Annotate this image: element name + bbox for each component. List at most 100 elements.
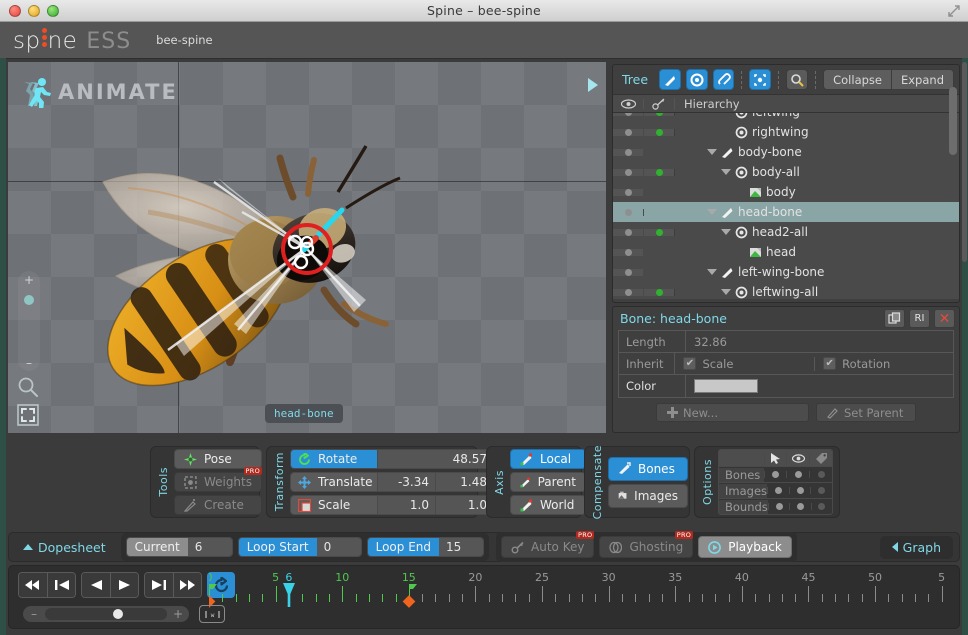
loop-end-flag[interactable] — [409, 584, 417, 596]
tree-row-body-bone[interactable]: body-bone — [613, 142, 959, 162]
window-scrollbar[interactable] — [962, 62, 967, 262]
row-visibility-toggle[interactable] — [613, 189, 644, 196]
tool-pose-button[interactable]: Pose — [174, 449, 262, 469]
current-frame-value[interactable]: 6 — [188, 538, 232, 556]
zoom-in-label[interactable]: + — [18, 273, 40, 287]
loop-end-field[interactable]: Loop End 15 — [367, 537, 484, 557]
chevron-down-icon[interactable] — [721, 229, 731, 235]
compensate-bones-button[interactable]: Bones — [608, 457, 688, 481]
tree-row-body-all[interactable]: body-all — [613, 162, 959, 182]
chevron-down-icon[interactable] — [707, 149, 717, 155]
search-icon[interactable] — [786, 69, 808, 90]
tree-row-head2-all[interactable]: head2-all — [613, 222, 959, 242]
slots-filter-icon[interactable] — [686, 69, 708, 90]
jump-to-start-button[interactable] — [19, 573, 47, 597]
transform-value[interactable]: 48.57 — [377, 450, 493, 468]
cursor-icon[interactable] — [764, 452, 787, 465]
duplicate-button[interactable] — [884, 309, 905, 328]
tree-row-leftwing-all[interactable]: leftwing-all — [613, 282, 959, 299]
fps-icon[interactable]: w — [199, 605, 225, 623]
tree-row-body[interactable]: body — [613, 182, 959, 202]
tree-row-left-wing-bone[interactable]: left-wing-bone — [613, 262, 959, 282]
row-lock-toggle[interactable] — [644, 129, 675, 136]
row-lock-toggle[interactable] — [644, 169, 675, 176]
rename-button[interactable]: R I — [909, 309, 930, 328]
options-cell[interactable] — [810, 487, 832, 494]
tree-row-leftwing[interactable]: leftwing — [613, 113, 959, 122]
color-swatch[interactable] — [694, 379, 758, 393]
transform-translate-row[interactable]: Translate-3.341.48 — [290, 472, 519, 492]
transform-name[interactable]: Rotate — [291, 450, 377, 468]
options-cell[interactable] — [789, 487, 811, 494]
row-lock-toggle[interactable] — [644, 289, 675, 296]
row-visibility-toggle[interactable] — [613, 209, 644, 216]
transform-value[interactable]: -3.34 — [377, 473, 435, 491]
tree-row-head-bone[interactable]: head-bone — [613, 202, 959, 222]
dopesheet-playback-toggle[interactable]: Playback — [698, 536, 792, 558]
row-visibility-toggle[interactable] — [613, 249, 644, 256]
transform-rotate-row[interactable]: Rotate48.57 — [290, 449, 519, 469]
row-lock-toggle[interactable] — [644, 229, 675, 236]
options-cell[interactable] — [789, 503, 810, 510]
options-cell[interactable] — [809, 471, 832, 478]
row-visibility-toggle[interactable] — [613, 129, 644, 136]
bounding-box-icon[interactable] — [749, 69, 771, 90]
options-cell[interactable] — [768, 503, 789, 510]
eye-icon[interactable] — [786, 452, 809, 465]
row-name-cell[interactable]: head — [675, 245, 959, 259]
tree-row-head[interactable]: head — [613, 242, 959, 262]
transform-name[interactable]: Translate — [291, 473, 377, 491]
zoom-out-label[interactable]: – — [18, 356, 40, 370]
collapse-button[interactable]: Collapse — [823, 69, 892, 90]
viewport-zoom-slider[interactable]: + – — [18, 271, 40, 371]
chevron-down-icon[interactable] — [707, 209, 717, 215]
options-cell[interactable] — [767, 487, 789, 494]
timeline-zoom-knob[interactable] — [113, 609, 123, 619]
timeline-zoom-slider[interactable]: – + — [23, 606, 189, 622]
playhead[interactable] — [282, 583, 295, 607]
jump-to-end-button[interactable] — [173, 573, 201, 597]
graph-toggle[interactable]: Graph — [880, 536, 953, 559]
length-value[interactable]: 32.86 — [686, 335, 953, 349]
timeline-zoom-track[interactable] — [45, 608, 167, 620]
timeline-zoom-in[interactable]: + — [167, 607, 189, 621]
zoom-slider-knob[interactable] — [24, 295, 34, 305]
attachments-filter-icon[interactable] — [713, 69, 735, 90]
tag-icon[interactable] — [809, 452, 832, 465]
row-name-cell[interactable]: body-all — [675, 165, 959, 179]
new-button[interactable]: New... — [656, 403, 809, 422]
inherit-scale-checkbox[interactable]: ✔ Scale — [675, 357, 814, 371]
row-visibility-toggle[interactable] — [613, 113, 644, 116]
row-visibility-toggle[interactable] — [613, 269, 644, 276]
timeline-ruler[interactable]: 0561015202530354045505 — [209, 568, 955, 608]
resize-icon[interactable] — [947, 4, 961, 18]
row-name-cell[interactable]: leftwing — [675, 113, 959, 119]
options-cell[interactable] — [764, 471, 787, 478]
play-reverse-button[interactable] — [82, 573, 110, 597]
set-parent-button[interactable]: Set Parent — [816, 403, 916, 422]
keyframe-marker[interactable] — [402, 595, 415, 608]
current-frame-field[interactable]: Current 6 — [126, 537, 233, 557]
tree-rows-container[interactable]: leftwingrightwingbody-bonebody-allbodyhe… — [613, 113, 959, 299]
chevron-down-icon[interactable] — [721, 169, 731, 175]
expand-button[interactable]: Expand — [892, 69, 954, 90]
row-name-cell[interactable]: left-wing-bone — [675, 265, 959, 279]
row-name-cell[interactable]: leftwing-all — [675, 285, 959, 299]
delete-button[interactable]: ✕ — [934, 309, 955, 328]
options-cell[interactable] — [786, 471, 809, 478]
loop-start-value[interactable]: 0 — [317, 538, 361, 556]
transform-name[interactable]: Scale — [291, 496, 377, 514]
row-visibility-toggle[interactable] — [613, 229, 644, 236]
row-visibility-toggle[interactable] — [613, 169, 644, 176]
play-triangle-icon[interactable] — [588, 78, 598, 92]
row-name-cell[interactable]: body-bone — [675, 145, 959, 159]
row-visibility-toggle[interactable] — [613, 289, 644, 296]
timeline-zoom-out[interactable]: – — [23, 607, 45, 621]
fit-to-view-icon[interactable] — [16, 403, 40, 427]
animation-viewport[interactable]: ANIMATE + – — [8, 62, 606, 433]
dopesheet-auto-key-toggle[interactable]: Auto KeyPRO — [501, 536, 594, 558]
loop-start-field[interactable]: Loop Start 0 — [238, 537, 362, 557]
options-cell[interactable] — [811, 503, 832, 510]
tool-create-button[interactable]: Create — [174, 495, 262, 515]
transform-value[interactable]: 1.48 — [435, 473, 493, 491]
